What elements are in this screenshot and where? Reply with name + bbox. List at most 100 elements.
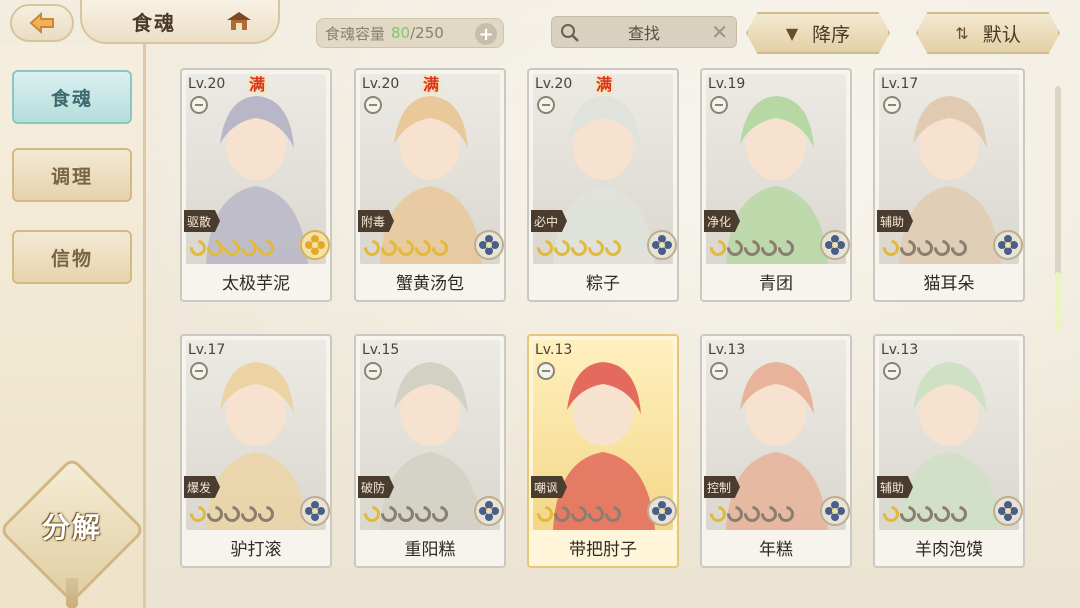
- level-label: Lv.13: [881, 342, 919, 358]
- star-rating: [533, 502, 625, 526]
- character-name: 太极芋泥: [222, 274, 290, 294]
- food-soul-card[interactable]: Lv.17 爆发 驴打滚: [180, 334, 332, 568]
- food-soul-card[interactable]: Lv.13 嘲讽带把肘子: [527, 334, 679, 568]
- scrollbar-thumb[interactable]: [1055, 272, 1061, 332]
- capacity-max: 250: [415, 24, 444, 42]
- character-name: 重阳糕: [404, 540, 456, 560]
- star-rating: [186, 502, 278, 526]
- lock-toggle-icon[interactable]: [537, 96, 555, 114]
- max-level-badge: 满: [595, 75, 612, 94]
- flower-icon: [998, 235, 1018, 255]
- capacity-label: 食魂容量: [325, 24, 386, 43]
- sort-desc-button[interactable]: ▼ 降序: [746, 12, 890, 54]
- food-soul-card[interactable]: Lv.20 满附毒 蟹黄汤包: [354, 68, 506, 302]
- flower-icon: [998, 501, 1018, 521]
- lock-toggle-icon[interactable]: [364, 362, 382, 380]
- pavilion-icon: [227, 12, 251, 30]
- flower-icon: [305, 501, 325, 521]
- swap-icon: ⇅: [955, 23, 969, 43]
- level-label: Lv.20: [188, 76, 226, 92]
- star-icon: [774, 502, 798, 526]
- star-rating: [360, 236, 452, 260]
- capacity-current: 80: [391, 24, 411, 42]
- affinity-flower-icon: [993, 230, 1023, 260]
- affinity-flower-icon: [993, 496, 1023, 526]
- back-arrow-icon: [29, 12, 54, 34]
- lock-toggle-icon[interactable]: [710, 362, 728, 380]
- star-icon: [947, 502, 971, 526]
- star-icon: [428, 236, 452, 260]
- role-tag: 净化: [704, 210, 740, 232]
- star-rating: [533, 236, 625, 260]
- clear-search-icon[interactable]: ✕: [711, 20, 728, 44]
- role-tag: 破防: [358, 476, 394, 498]
- star-icon: [254, 236, 278, 260]
- star-rating: [706, 502, 798, 526]
- food-soul-card[interactable]: Lv.13 控制 年糕: [700, 334, 852, 568]
- role-tag: 嘲讽: [531, 476, 567, 498]
- lock-toggle-icon[interactable]: [190, 362, 208, 380]
- lock-toggle-icon[interactable]: [537, 362, 555, 380]
- tassel-decoration: [66, 578, 78, 608]
- role-tag: 必中: [531, 210, 567, 232]
- search-icon: [561, 24, 579, 42]
- level-label: Lv.17: [881, 76, 919, 92]
- add-capacity-button[interactable]: +: [475, 23, 497, 45]
- level-label: Lv.20: [362, 76, 400, 92]
- character-name: 年糕: [759, 540, 793, 560]
- star-icon: [428, 502, 452, 526]
- sort-default-button[interactable]: ⇅ 默认: [916, 12, 1060, 54]
- level-label: Lv.19: [708, 76, 746, 92]
- character-name: 羊肉泡馍: [915, 540, 983, 560]
- role-tag: 辅助: [877, 476, 913, 498]
- affinity-flower-icon: [300, 496, 330, 526]
- flower-icon: [825, 501, 845, 521]
- lock-toggle-icon[interactable]: [883, 362, 901, 380]
- level-label: Lv.15: [362, 342, 400, 358]
- tab-tuning[interactable]: 调理: [12, 148, 132, 202]
- level-label: Lv.20: [535, 76, 573, 92]
- tab-tokens[interactable]: 信物: [12, 230, 132, 284]
- character-name: 驴打滚: [230, 540, 282, 560]
- affinity-flower-icon: [474, 496, 504, 526]
- affinity-flower-icon: [647, 230, 677, 260]
- star-rating: [360, 502, 452, 526]
- flower-icon: [479, 501, 499, 521]
- sort-default-label: 默认: [982, 23, 1021, 46]
- role-tag: 爆发: [184, 476, 220, 498]
- capacity-display: 食魂容量 80 / 250 +: [316, 18, 504, 48]
- flower-icon: [479, 235, 499, 255]
- back-button[interactable]: [10, 4, 74, 42]
- tab-food-soul[interactable]: 食魂: [12, 70, 132, 124]
- tab-label: 信物: [50, 247, 93, 270]
- top-bar: 食魂 食魂容量 80 / 250 + 查找 ✕ ▼ 降序 ⇅ 默认: [0, 0, 1080, 56]
- max-level-badge: 满: [248, 75, 265, 94]
- star-rating: [879, 502, 971, 526]
- level-label: Lv.13: [535, 342, 573, 358]
- food-soul-card[interactable]: Lv.13 辅助羊肉泡馍: [873, 334, 1025, 568]
- food-soul-card[interactable]: Lv.20 满驱散太极芋泥: [180, 68, 332, 302]
- affinity-flower-icon: [820, 230, 850, 260]
- lock-toggle-icon[interactable]: [364, 96, 382, 114]
- tab-label: 调理: [50, 165, 93, 188]
- character-name: 粽子: [586, 274, 620, 294]
- food-soul-card[interactable]: Lv.20 满必中粽子: [527, 68, 679, 302]
- title-plate: 食魂: [80, 0, 280, 44]
- lock-toggle-icon[interactable]: [710, 96, 728, 114]
- lock-toggle-icon[interactable]: [190, 96, 208, 114]
- star-icon: [774, 236, 798, 260]
- food-soul-card[interactable]: Lv.19 净化青团: [700, 68, 852, 302]
- triangle-down-icon: ▼: [785, 23, 799, 43]
- character-name: 带把肘子: [569, 540, 637, 560]
- character-name: 猫耳朵: [923, 274, 975, 294]
- star-icon: [601, 236, 625, 260]
- food-soul-card[interactable]: Lv.17 辅助猫耳朵: [873, 68, 1025, 302]
- search-box[interactable]: 查找 ✕: [551, 16, 737, 48]
- food-soul-card[interactable]: Lv.15 破防重阳糕: [354, 334, 506, 568]
- lock-toggle-icon[interactable]: [883, 96, 901, 114]
- role-tag: 辅助: [877, 210, 913, 232]
- role-tag: 驱散: [184, 210, 220, 232]
- star-icon: [601, 502, 625, 526]
- character-name: 青团: [759, 274, 793, 294]
- flower-icon: [652, 501, 672, 521]
